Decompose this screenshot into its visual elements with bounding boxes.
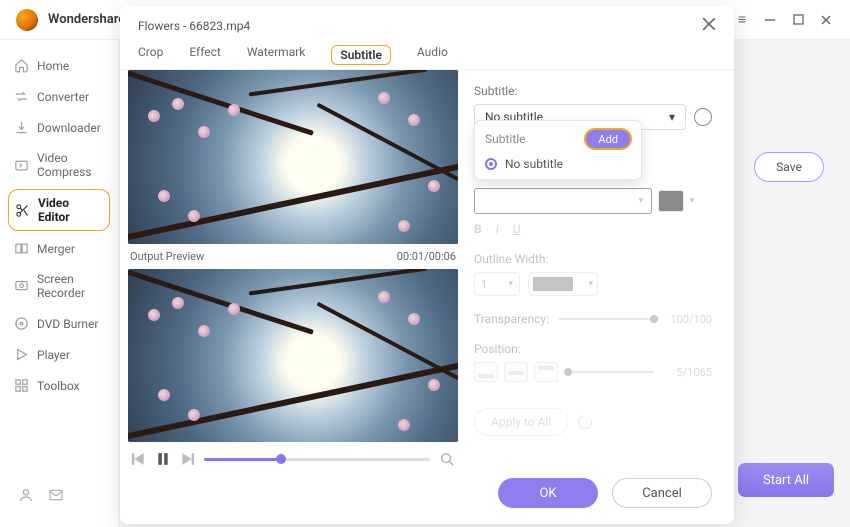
next-button[interactable]	[180, 452, 194, 466]
font-family-select[interactable]: ▾	[474, 188, 652, 214]
italic-icon[interactable]: I	[496, 222, 499, 236]
sidebar-item-downloader[interactable]: Downloader	[0, 112, 118, 143]
source-preview	[128, 70, 458, 244]
minimize-button[interactable]	[762, 12, 778, 28]
cancel-button[interactable]: Cancel	[612, 478, 712, 508]
sidebar: Home Converter Downloader Video Compress…	[0, 40, 118, 527]
save-button[interactable]: Save	[754, 152, 824, 182]
chevron-down-icon: ▾	[508, 279, 513, 289]
radio-icon	[485, 158, 497, 170]
modal-title: Flowers - 66823.mp4	[138, 19, 250, 33]
tab-crop[interactable]: Crop	[138, 45, 163, 69]
transparency-label: Transparency:	[474, 312, 549, 326]
add-subtitle-button[interactable]: Add	[585, 129, 631, 149]
transparency-value: 100/100	[664, 313, 712, 326]
tab-subtitle[interactable]: Subtitle	[331, 45, 391, 65]
merger-icon	[14, 241, 29, 256]
position-middle-button[interactable]	[504, 362, 528, 382]
outline-width-select[interactable]: 1 ▾	[474, 272, 520, 296]
tab-watermark[interactable]: Watermark	[247, 45, 306, 69]
screen-recorder-icon	[14, 279, 29, 294]
transparency-slider[interactable]	[559, 318, 654, 320]
compress-icon	[14, 158, 29, 173]
sidebar-item-label: Merger	[37, 242, 75, 256]
home-icon	[14, 58, 29, 73]
sidebar-item-player[interactable]: Player	[0, 339, 118, 370]
sidebar-item-toolbox[interactable]: Toolbox	[0, 370, 118, 401]
sidebar-item-merger[interactable]: Merger	[0, 233, 118, 264]
disc-icon	[14, 316, 29, 331]
close-button[interactable]	[818, 12, 834, 28]
position-label: Position:	[474, 342, 712, 356]
subtitle-dropdown: Subtitle Add No subtitle	[474, 120, 642, 180]
subtitle-option-label: No subtitle	[505, 157, 563, 171]
position-bottom-button[interactable]	[474, 362, 498, 382]
timecode: 00:01/00:06	[397, 250, 456, 263]
play-icon	[14, 347, 29, 362]
downloader-icon	[14, 120, 29, 135]
toolbox-icon	[14, 378, 29, 393]
subtitle-label: Subtitle:	[474, 84, 712, 98]
converter-icon	[14, 89, 29, 104]
font-color-swatch[interactable]	[658, 190, 684, 212]
output-preview-label: Output Preview	[130, 250, 204, 263]
editor-tabs: Crop Effect Watermark Subtitle Audio	[120, 35, 734, 70]
sidebar-item-dvd-burner[interactable]: DVD Burner	[0, 308, 118, 339]
sidebar-item-label: Home	[37, 59, 69, 73]
refresh-icon[interactable]	[576, 412, 595, 431]
apply-to-all-button[interactable]: Apply to All	[474, 408, 568, 436]
outline-color-select[interactable]: ▾	[528, 272, 598, 296]
ok-button[interactable]: OK	[498, 478, 598, 508]
hamburger-icon[interactable]: ≡	[734, 12, 750, 28]
tab-audio[interactable]: Audio	[417, 45, 448, 69]
outline-width-value: 1	[481, 278, 487, 291]
sidebar-item-label: DVD Burner	[37, 317, 98, 331]
position-top-button[interactable]	[534, 362, 558, 382]
app-title: Wondershare	[48, 12, 125, 27]
pause-button[interactable]	[156, 452, 170, 466]
user-icon[interactable]	[18, 487, 34, 503]
sidebar-item-label: Player	[37, 348, 70, 362]
bold-icon[interactable]: B	[474, 222, 482, 236]
search-subtitle-icon[interactable]	[694, 108, 712, 126]
output-preview	[128, 269, 458, 443]
maximize-button[interactable]	[790, 12, 806, 28]
chevron-down-icon: ▾	[588, 279, 593, 289]
sidebar-item-label: Toolbox	[37, 379, 80, 393]
chevron-down-icon: ▾	[690, 196, 695, 206]
outline-width-label: Outline Width:	[474, 252, 712, 266]
subtitle-option-none[interactable]: No subtitle	[485, 157, 631, 171]
chevron-down-icon: ▾	[669, 110, 675, 124]
seek-slider[interactable]	[204, 458, 430, 461]
position-value: 5/1065	[664, 366, 712, 379]
sidebar-item-label: Downloader	[37, 121, 101, 135]
position-slider[interactable]	[568, 371, 654, 373]
sidebar-item-home[interactable]: Home	[0, 50, 118, 81]
sidebar-item-video-editor[interactable]: Video Editor	[8, 189, 110, 231]
prev-button[interactable]	[132, 452, 146, 466]
close-icon[interactable]	[702, 16, 716, 35]
tab-effect[interactable]: Effect	[189, 45, 221, 69]
video-editor-modal: Flowers - 66823.mp4 Crop Effect Watermar…	[120, 6, 734, 524]
sidebar-item-label: Screen Recorder	[37, 272, 104, 300]
start-all-button[interactable]: Start All	[738, 463, 834, 497]
app-logo	[16, 9, 38, 31]
underline-icon[interactable]: U	[513, 222, 521, 236]
sidebar-item-converter[interactable]: Converter	[0, 81, 118, 112]
sidebar-item-label: Converter	[37, 90, 89, 104]
sidebar-item-label: Video Editor	[38, 196, 103, 224]
zoom-icon[interactable]	[440, 452, 454, 466]
sidebar-item-screen-recorder[interactable]: Screen Recorder	[0, 264, 118, 308]
scissors-icon	[15, 203, 30, 218]
sidebar-item-compress[interactable]: Video Compress	[0, 143, 118, 187]
dropdown-title: Subtitle	[485, 132, 526, 146]
mail-icon[interactable]	[48, 487, 64, 503]
sidebar-item-label: Video Compress	[37, 151, 104, 179]
